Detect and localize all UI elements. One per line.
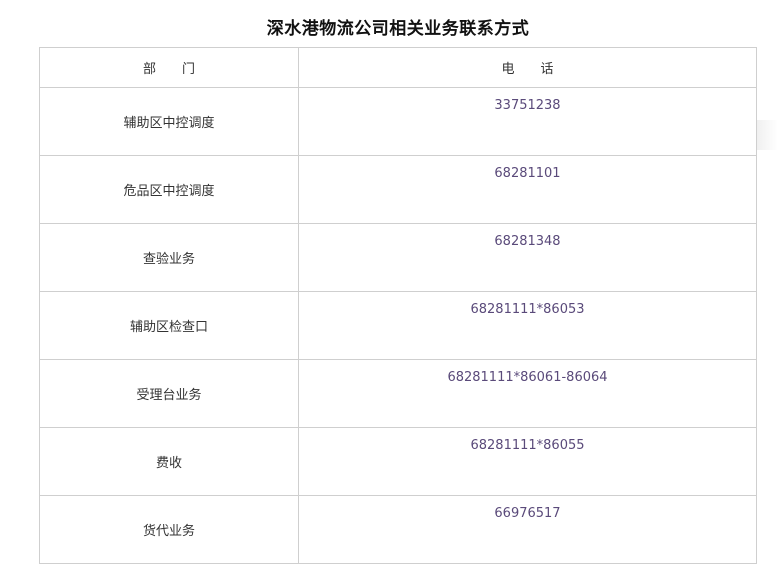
phone-cell: 68281111*86055	[298, 427, 757, 496]
department-cell: 货代业务	[39, 495, 299, 564]
table-row: 货代业务 66976517	[39, 495, 757, 564]
department-cell: 危品区中控调度	[39, 155, 299, 224]
department-cell: 受理台业务	[39, 359, 299, 428]
header-department: 部 门	[39, 47, 299, 88]
contact-table: 部 门 电 话 辅助区中控调度 33751238 危品区中控调度 6828110…	[39, 47, 757, 564]
table-row: 辅助区中控调度 33751238	[39, 87, 757, 156]
department-cell: 费收	[39, 427, 299, 496]
phone-cell: 68281111*86053	[298, 291, 757, 360]
table-row: 危品区中控调度 68281101	[39, 155, 757, 224]
department-cell: 辅助区中控调度	[39, 87, 299, 156]
header-phone: 电 话	[298, 47, 757, 88]
department-cell: 查验业务	[39, 223, 299, 292]
page-title: 深水港物流公司相关业务联系方式	[266, 19, 530, 39]
table-row: 费收 68281111*86055	[39, 427, 757, 496]
phone-cell: 68281111*86061-86064	[298, 359, 757, 428]
phone-cell: 66976517	[298, 495, 757, 564]
phone-cell: 68281348	[298, 223, 757, 292]
table-row: 查验业务 68281348	[39, 223, 757, 292]
table-header-row: 部 门 电 话	[39, 47, 757, 88]
phone-cell: 68281101	[298, 155, 757, 224]
phone-cell: 33751238	[298, 87, 757, 156]
department-cell: 辅助区检查口	[39, 291, 299, 360]
table-row: 辅助区检查口 68281111*86053	[39, 291, 757, 360]
decorative-shadow	[757, 120, 778, 150]
table-row: 受理台业务 68281111*86061-86064	[39, 359, 757, 428]
